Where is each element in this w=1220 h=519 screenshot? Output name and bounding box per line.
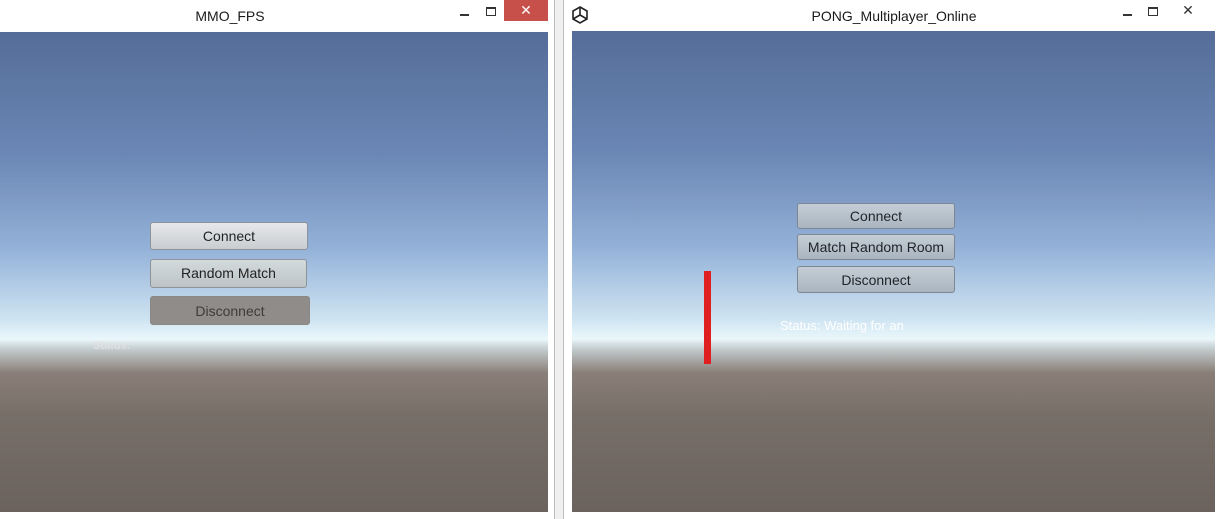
maximize-button[interactable]: [478, 0, 504, 23]
status-label: Status:: [93, 340, 131, 352]
title-bar[interactable]: PONG_Multiplayer_Online ✕: [564, 0, 1220, 31]
minimize-icon: [459, 13, 469, 16]
match-random-room-button[interactable]: Match Random Room: [797, 234, 955, 260]
window-title: PONG_Multiplayer_Online: [811, 8, 977, 24]
minimize-icon: [1122, 13, 1132, 16]
maximize-button[interactable]: [1140, 0, 1166, 23]
disconnect-button[interactable]: Disconnect: [797, 266, 955, 293]
window-title: MMO_FPS: [195, 8, 265, 24]
connect-button[interactable]: Connect: [150, 222, 308, 250]
title-bar[interactable]: MMO_FPS ✕: [0, 0, 554, 31]
window-pong-multiplayer: PONG_Multiplayer_Online ✕ Connect Match …: [563, 0, 1220, 519]
game-viewport[interactable]: Connect Random Match Disconnect Status:: [0, 32, 548, 512]
connect-button[interactable]: Connect: [797, 203, 955, 229]
window-mmo-fps: MMO_FPS ✕ Connect Random Match Disconnec…: [0, 0, 555, 519]
status-text: Status: Waiting for an: [780, 318, 904, 333]
game-viewport[interactable]: Connect Match Random Room Disconnect Sta…: [572, 31, 1215, 512]
minimize-button[interactable]: [451, 0, 477, 23]
close-icon: ✕: [520, 2, 532, 18]
random-match-button[interactable]: Random Match: [150, 259, 307, 288]
unity-logo-icon: [572, 6, 588, 24]
minimize-button[interactable]: [1114, 0, 1140, 23]
pong-paddle: [704, 271, 711, 364]
window-gap: [555, 0, 563, 519]
disconnect-button[interactable]: Disconnect: [150, 296, 310, 325]
maximize-icon: [1148, 7, 1158, 16]
close-button[interactable]: ✕: [1166, 0, 1210, 21]
close-button[interactable]: ✕: [504, 0, 548, 21]
close-icon: ✕: [1182, 2, 1194, 18]
maximize-icon: [486, 7, 496, 16]
